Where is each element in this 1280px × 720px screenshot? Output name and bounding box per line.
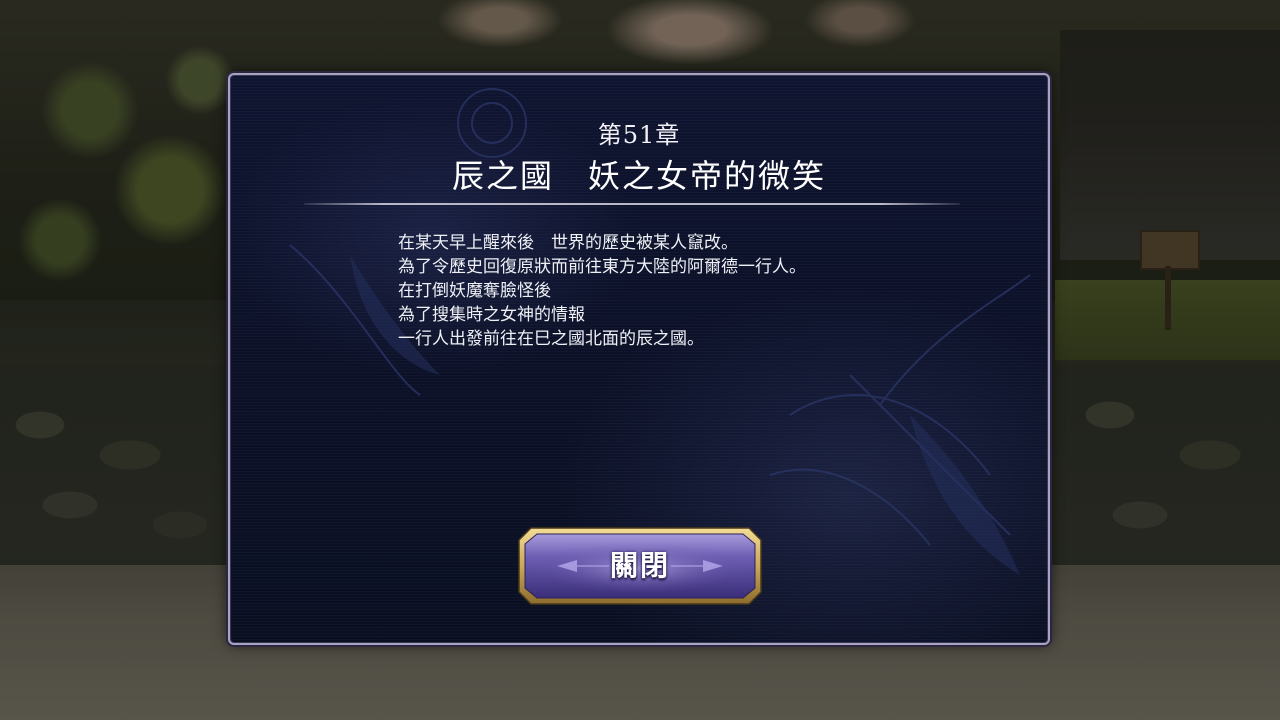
- title-divider: [304, 203, 960, 205]
- close-button[interactable]: 關閉: [517, 526, 763, 606]
- story-line: 在某天早上醒來後 世界的歷史被某人竄改。: [398, 233, 738, 253]
- story-line: 為了搜集時之女神的情報: [398, 305, 585, 325]
- story-line: 為了令歷史回復原狀而前往東方大陸的阿爾德一行人。: [398, 257, 806, 277]
- close-button-label: 關閉: [609, 549, 670, 582]
- story-text: 在某天早上醒來後 世界的歷史被某人竄改。 為了令歷史回復原狀而前往東方大陸的阿爾…: [398, 231, 998, 351]
- story-line: 在打倒妖魔奪臉怪後: [398, 281, 551, 301]
- game-screen: 第51章 辰之國 妖之女帝的微笑 在某天早上醒來後 世界的歷史被某人竄改。 為了…: [0, 0, 1280, 720]
- story-line: 一行人出發前往在巳之國北面的辰之國。: [398, 329, 704, 349]
- chapter-number: 第51章: [597, 121, 681, 149]
- chapter-title: 辰之國 妖之女帝的微笑: [451, 157, 826, 195]
- chapter-story-dialog: 第51章 辰之國 妖之女帝的微笑 在某天早上醒來後 世界的歷史被某人竄改。 為了…: [228, 73, 1050, 645]
